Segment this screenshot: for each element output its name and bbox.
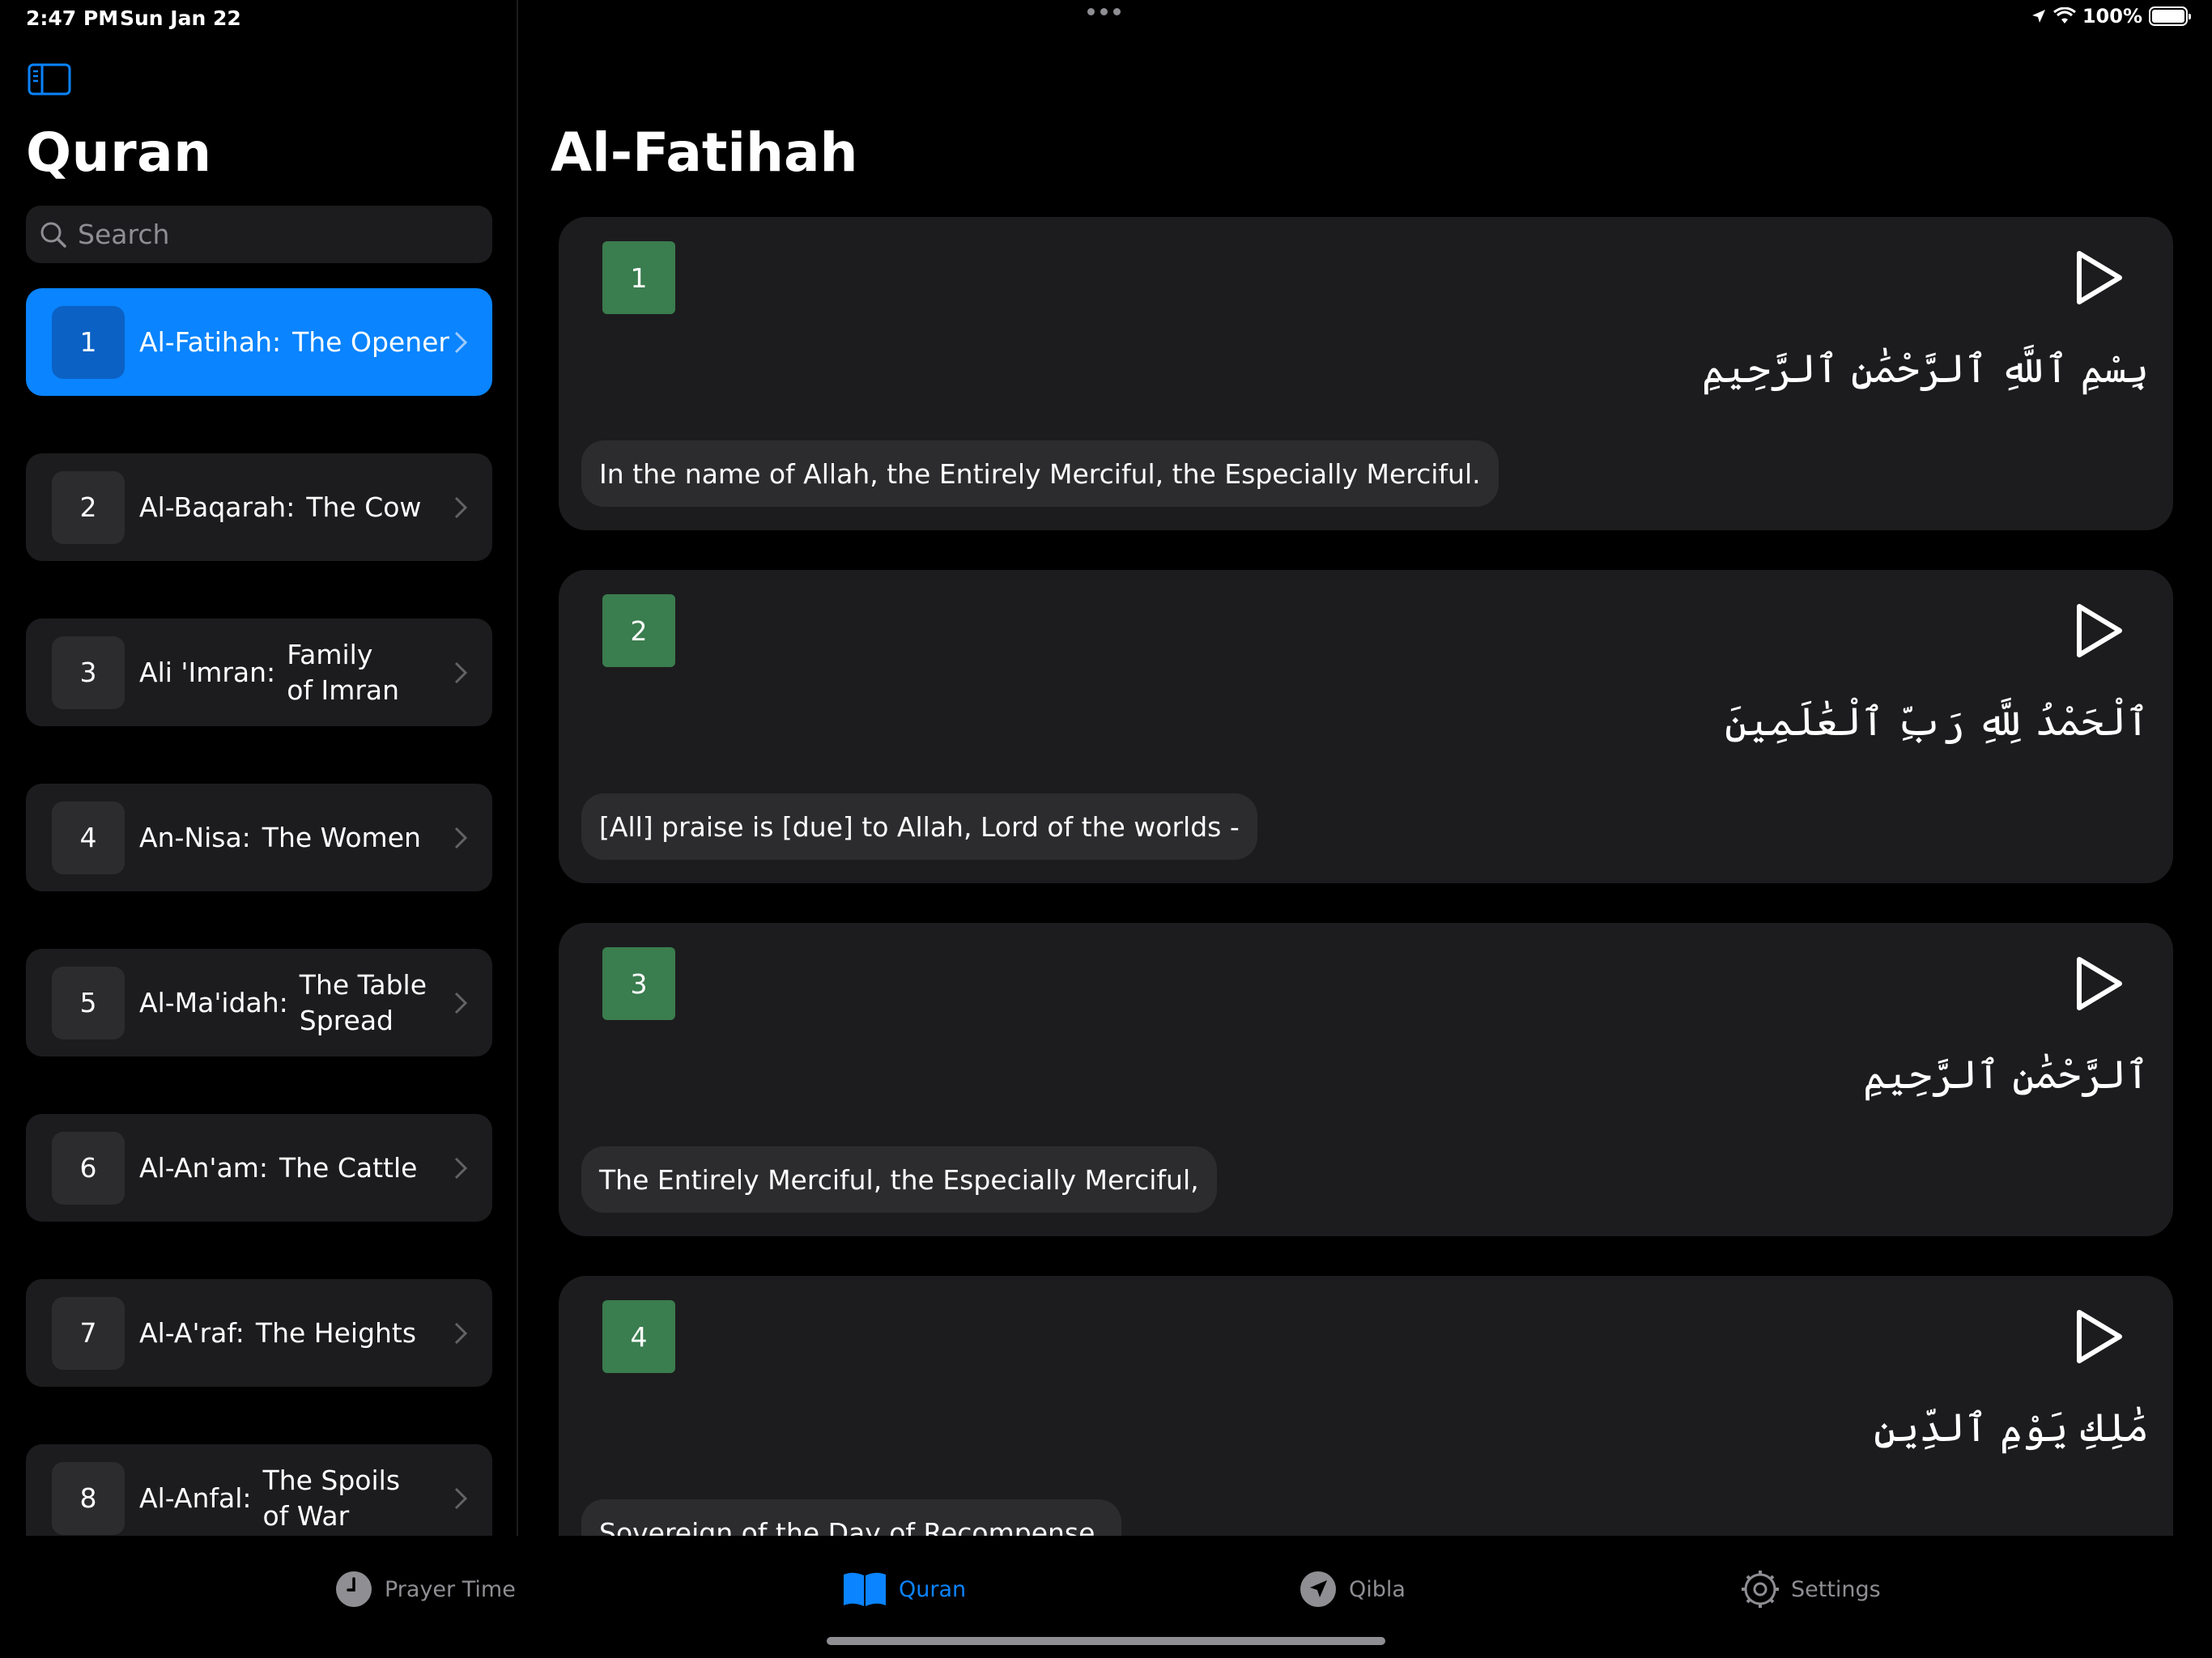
surah-name: Al-Fatihah: <box>139 326 282 358</box>
surah-item[interactable]: 6 Al-An'am: The Cattle <box>26 1114 492 1222</box>
compass-icon <box>1300 1571 1336 1607</box>
tab-label: Settings <box>1791 1576 1881 1602</box>
sidebar: Quran 1 Al-Fatihah: The Opener 2 Al-Baqa… <box>0 0 518 1536</box>
wifi-icon <box>2052 7 2076 23</box>
book-icon <box>844 1572 886 1606</box>
sidebar-title: Quran <box>26 121 212 184</box>
home-indicator[interactable] <box>827 1637 1385 1645</box>
surah-item[interactable]: 4 An-Nisa: The Women <box>26 784 492 891</box>
play-icon[interactable] <box>2074 602 2125 659</box>
surah-item[interactable]: 7 Al-A'raf: The Heights <box>26 1279 492 1387</box>
chevron-right-icon <box>454 992 468 1014</box>
verse-number-badge: 4 <box>602 1300 675 1373</box>
verse-list: 1 بِسْمِ ٱللَّهِ ٱلرَّحْمَٰنِ ٱلرَّحِيمِ… <box>559 217 2173 1536</box>
surah-meaning: The Opener <box>292 325 449 358</box>
surah-number: 8 <box>52 1461 125 1535</box>
sidebar-toggle-icon[interactable] <box>28 63 71 96</box>
surah-name: Al-Ma'idah: <box>139 987 288 1018</box>
surah-name: Al-An'am: <box>139 1152 268 1184</box>
tab-label: Quran <box>899 1576 967 1602</box>
surah-number: 4 <box>52 801 125 874</box>
tab-quran[interactable]: Quran <box>842 1570 966 1609</box>
verse-translation: [All] praise is [due] to Allah, Lord of … <box>581 793 1257 860</box>
tab-settings[interactable]: Settings <box>1741 1570 1881 1609</box>
verse-number-badge: 3 <box>602 947 675 1020</box>
chevron-right-icon <box>454 1322 468 1344</box>
verse-arabic: مَٰلِكِ يَوْمِ ٱلدِّينِ <box>1874 1405 2149 1451</box>
verse-translation: In the name of Allah, the Entirely Merci… <box>581 440 1499 507</box>
chevron-right-icon <box>454 827 468 848</box>
chevron-right-icon <box>454 1157 468 1179</box>
tab-prayer-time[interactable]: Prayer Time <box>334 1570 516 1609</box>
surah-list: 1 Al-Fatihah: The Opener 2 Al-Baqarah: T… <box>26 288 492 1536</box>
surah-item[interactable]: 2 Al-Baqarah: The Cow <box>26 453 492 561</box>
verse-card: 3 ٱلرَّحْمَٰنِ ٱلرَّحِيمِ The Entirely M… <box>559 923 2173 1236</box>
surah-item[interactable]: 8 Al-Anfal: The Spoils of War <box>26 1444 492 1536</box>
surah-meaning: The Cow <box>306 491 422 523</box>
chevron-right-icon <box>454 331 468 353</box>
surah-number: 6 <box>52 1131 125 1205</box>
clock-icon <box>336 1571 372 1607</box>
multitasking-dots-icon[interactable] <box>1087 8 1121 15</box>
surah-number: 1 <box>52 305 125 379</box>
verse-translation: The Entirely Merciful, the Especially Me… <box>581 1146 1217 1213</box>
surah-name: Al-A'raf: <box>139 1317 245 1349</box>
tab-label: Prayer Time <box>385 1576 516 1602</box>
verse-number-badge: 2 <box>602 594 675 667</box>
surah-number: 3 <box>52 636 125 709</box>
surah-item[interactable]: 1 Al-Fatihah: The Opener <box>26 288 492 396</box>
verse-card: 4 مَٰلِكِ يَوْمِ ٱلدِّينِ Sovereign of t… <box>559 1276 2173 1536</box>
chevron-right-icon <box>454 1487 468 1509</box>
surah-number: 2 <box>52 470 125 544</box>
chevron-right-icon <box>454 661 468 683</box>
search-input[interactable] <box>78 219 466 250</box>
surah-meaning: Family of Imran <box>287 638 400 706</box>
surah-meaning: The Table Spread <box>299 968 427 1036</box>
surah-meaning: The Women <box>262 821 421 853</box>
surah-item[interactable]: 5 Al-Ma'idah: The Table Spread <box>26 949 492 1056</box>
verse-card: 1 بِسْمِ ٱللَّهِ ٱلرَّحْمَٰنِ ٱلرَّحِيمِ… <box>559 217 2173 530</box>
page-title: Al-Fatihah <box>551 121 858 184</box>
surah-item[interactable]: 3 Ali 'Imran: Family of Imran <box>26 619 492 726</box>
surah-name: An-Nisa: <box>139 822 251 853</box>
surah-name: Al-Baqarah: <box>139 491 296 523</box>
surah-name: Al-Anfal: <box>139 1482 252 1514</box>
search-icon <box>40 222 66 248</box>
play-icon[interactable] <box>2074 955 2125 1012</box>
tab-bar: Prayer Time Quran Qibla Settings <box>0 1536 2212 1658</box>
play-icon[interactable] <box>2074 1308 2125 1365</box>
surah-number: 5 <box>52 966 125 1039</box>
surah-meaning: The Spoils of War <box>262 1464 401 1532</box>
tab-qibla[interactable]: Qibla <box>1299 1570 1406 1609</box>
verse-arabic: ٱلْحَمْدُ لِلَّهِ رَبِّ ٱلْعَٰلَمِينَ <box>1725 699 2149 745</box>
verse-arabic: بِسْمِ ٱللَّهِ ٱلرَّحْمَٰنِ ٱلرَّحِيمِ <box>1701 346 2149 392</box>
verse-number-badge: 1 <box>602 241 675 314</box>
surah-meaning: The Cattle <box>279 1151 418 1184</box>
search-bar[interactable] <box>26 206 492 263</box>
verse-card: 2 ٱلْحَمْدُ لِلَّهِ رَبِّ ٱلْعَٰلَمِينَ … <box>559 570 2173 883</box>
surah-meaning: The Heights <box>255 1316 417 1349</box>
location-icon <box>2031 10 2045 23</box>
battery-icon <box>2149 6 2191 26</box>
tab-label: Qibla <box>1349 1576 1406 1602</box>
play-icon[interactable] <box>2074 249 2125 306</box>
surah-number: 7 <box>52 1296 125 1370</box>
battery-percent: 100% <box>2082 5 2142 28</box>
chevron-right-icon <box>454 496 468 518</box>
gear-icon <box>1742 1571 1779 1608</box>
status-right: 100% <box>2031 5 2191 28</box>
surah-name: Ali 'Imran: <box>139 657 276 688</box>
verse-translation: Sovereign of the Day of Recompense. <box>581 1499 1121 1536</box>
verse-arabic: ٱلرَّحْمَٰنِ ٱلرَّحِيمِ <box>1863 1052 2149 1098</box>
